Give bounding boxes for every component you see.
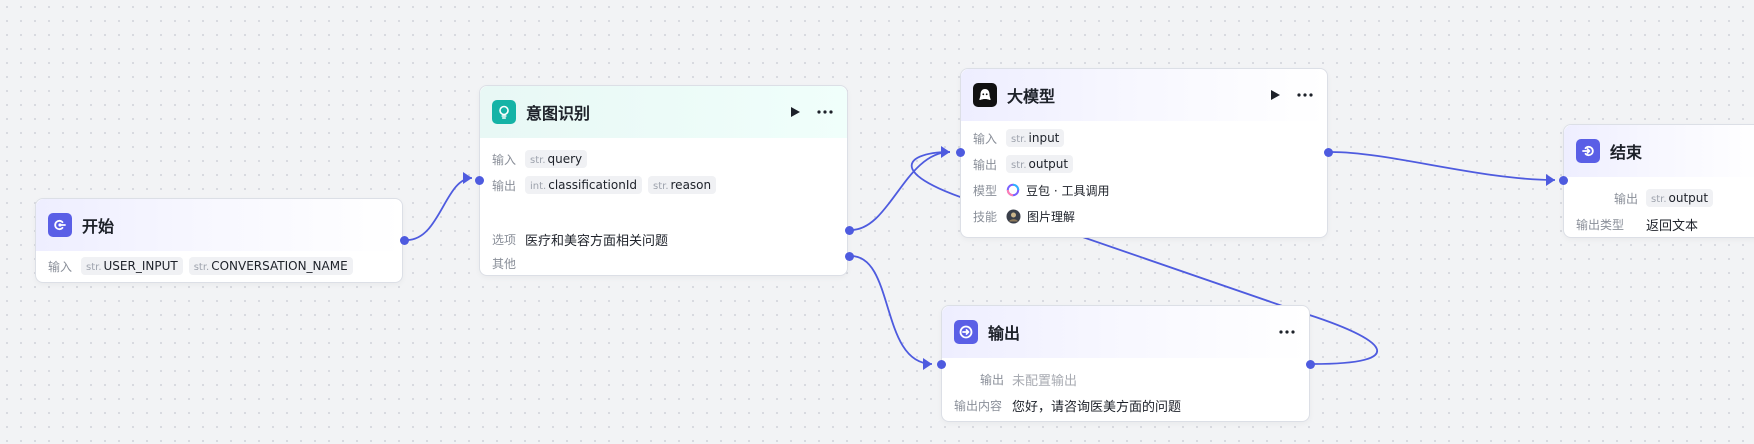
field-label: 输出 xyxy=(979,372,1004,387)
start-node-header: 开始 xyxy=(36,199,402,251)
more-icon xyxy=(817,110,833,114)
llm-output-row: 输出 str. output xyxy=(961,151,1327,177)
output-input-port[interactable] xyxy=(937,360,946,369)
skill-value: 图片理解 xyxy=(1027,209,1076,224)
variable-tag: int. classificationId xyxy=(525,176,642,194)
node-title: 意图识别 xyxy=(526,104,591,123)
node-title: 输出 xyxy=(988,324,1021,343)
model-icon xyxy=(973,83,997,107)
doubao-logo-icon xyxy=(1006,183,1020,197)
field-label: 输出 xyxy=(1613,191,1638,206)
output-type-value: 返回文本 xyxy=(1646,218,1699,234)
model-value: 豆包 · 工具调用 xyxy=(1026,183,1110,198)
output-content-row: 输出内容 您好，请咨询医美方面的问题 xyxy=(942,392,1309,418)
field-label: 输出内容 xyxy=(954,398,1003,413)
field-label: 输出 xyxy=(492,178,517,193)
llm-node[interactable]: 大模型 输入 str. input 输出 str. output 模型 豆包 · 工… xyxy=(960,68,1328,238)
output-node[interactable]: 输出 输出 未配置输出 输出内容 您好，请咨询医美方面的问题 xyxy=(941,305,1310,422)
variable-tag: str. USER_INPUT xyxy=(81,257,183,275)
play-icon xyxy=(1271,90,1280,100)
edge-intent-other-to-output xyxy=(850,255,933,365)
more-icon xyxy=(1297,93,1313,97)
output-output-port[interactable] xyxy=(1306,360,1315,369)
intent-other-row: 其他 xyxy=(480,252,847,274)
output-placeholder: 未配置输出 xyxy=(1012,373,1078,389)
more-icon xyxy=(1279,330,1295,334)
variable-tag: str. query xyxy=(525,150,588,168)
field-label: 选项 xyxy=(492,232,517,247)
llm-node-header: 大模型 xyxy=(961,69,1327,121)
end-icon xyxy=(1576,139,1600,163)
variable-tag: str. output xyxy=(1006,155,1074,173)
edge-intent-option-to-llm xyxy=(850,151,951,231)
more-button[interactable] xyxy=(815,102,835,122)
output-output-row: 输出 未配置输出 xyxy=(942,366,1309,392)
variable-tag: str. reason xyxy=(648,176,717,194)
field-label: 输入 xyxy=(973,131,998,146)
node-title: 结束 xyxy=(1610,143,1643,162)
field-label: 模型 xyxy=(973,183,998,198)
intent-node-header: 意图识别 xyxy=(480,86,847,138)
output-node-header: 输出 xyxy=(942,306,1309,358)
output-icon xyxy=(954,320,978,344)
intent-input-port[interactable] xyxy=(475,176,484,185)
edge-arrowhead xyxy=(923,358,932,370)
more-button[interactable] xyxy=(1295,85,1315,105)
start-input-row: 输入 str. USER_INPUT str. CONVERSATION_NAME xyxy=(36,253,402,279)
intent-option-port[interactable] xyxy=(845,226,854,235)
intent-node[interactable]: 意图识别 输入 str. query 输出 int. classificationI… xyxy=(479,85,848,276)
start-output-port[interactable] xyxy=(400,236,409,245)
variable-tag: str. output xyxy=(1646,189,1714,207)
play-icon xyxy=(791,107,800,117)
more-button[interactable] xyxy=(1277,322,1297,342)
start-node[interactable]: 开始 输入 str. USER_INPUT str. CONVERSATION_NA… xyxy=(35,198,403,283)
edge-arrowhead xyxy=(941,146,950,158)
llm-model-row: 模型 豆包 · 工具调用 xyxy=(961,177,1327,203)
node-title: 大模型 xyxy=(1007,87,1056,106)
end-output-type-row: 输出类型 返回文本 xyxy=(1564,211,1754,237)
field-label: 技能 xyxy=(973,209,998,224)
edge-llm-to-end xyxy=(1330,151,1556,181)
intent-output-row: 输出 int. classificationId str. reason xyxy=(480,172,847,198)
field-label: 输入 xyxy=(492,152,517,167)
field-label: 输出 xyxy=(973,157,998,172)
lightbulb-icon xyxy=(492,100,516,124)
end-output-row: 输出 str. output xyxy=(1564,185,1754,211)
output-content-value: 您好，请咨询医美方面的问题 xyxy=(1012,399,1182,415)
intent-input-row: 输入 str. query xyxy=(480,146,847,172)
llm-skill-row: 技能 图片理解 xyxy=(961,203,1327,229)
end-input-port[interactable] xyxy=(1559,176,1568,185)
variable-tag: str. input xyxy=(1006,129,1065,147)
edge-start-to-intent xyxy=(406,177,473,241)
end-node-header: 结束 xyxy=(1564,125,1754,177)
image-skill-icon xyxy=(1006,209,1021,224)
edge-arrowhead xyxy=(463,172,472,184)
run-button[interactable] xyxy=(1265,85,1285,105)
node-title: 开始 xyxy=(82,217,115,236)
field-label: 输入 xyxy=(48,259,73,274)
end-node[interactable]: 结束 输出 str. output 输出类型 返回文本 xyxy=(1563,124,1754,238)
start-icon xyxy=(48,213,72,237)
intent-other-port[interactable] xyxy=(845,252,854,261)
option-value: 医疗和美容方面相关问题 xyxy=(525,233,669,249)
llm-input-port[interactable] xyxy=(956,148,965,157)
llm-input-row: 输入 str. input xyxy=(961,125,1327,151)
intent-option-row: 选项 医疗和美容方面相关问题 xyxy=(480,226,847,252)
variable-tag: str. CONVERSATION_NAME xyxy=(188,257,353,275)
edge-arrowhead xyxy=(1546,174,1555,186)
run-button[interactable] xyxy=(785,102,805,122)
field-label: 输出类型 xyxy=(1576,217,1625,232)
field-label: 其他 xyxy=(492,256,517,271)
llm-output-port[interactable] xyxy=(1324,148,1333,157)
